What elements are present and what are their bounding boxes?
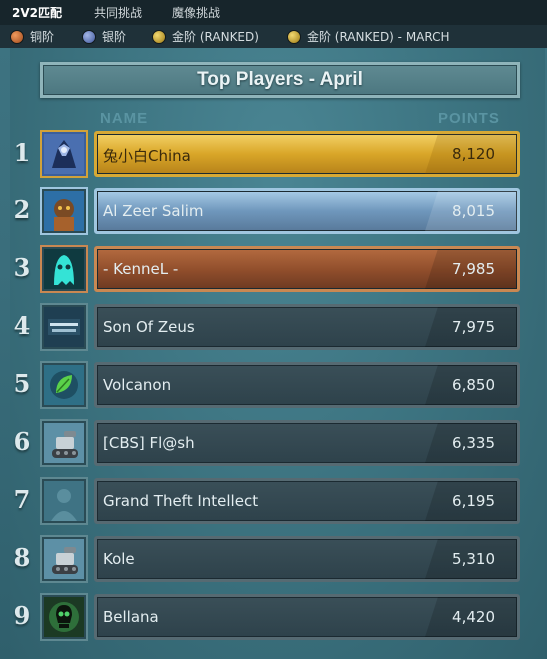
- player-name: Grand Theft Intellect: [103, 492, 259, 510]
- rank-number: 5: [13, 369, 31, 398]
- leaf-icon: [40, 361, 88, 409]
- robot-tank-icon: [40, 535, 88, 583]
- rank-number: 2: [13, 195, 31, 224]
- player-bar: Grand Theft Intellect 6,195: [94, 478, 520, 524]
- player-name: Kole: [103, 550, 135, 568]
- leaderboard-row[interactable]: 7 Grand Theft Intellect 6,195: [0, 477, 547, 527]
- player-name: Son Of Zeus: [103, 318, 195, 336]
- player-bar: Kole 5,310: [94, 536, 520, 582]
- player-points: 4,420: [425, 597, 517, 637]
- filter-gold-ranked-march[interactable]: 金阶 (RANKED) - MARCH: [286, 28, 450, 45]
- default-avatar-icon: [40, 477, 88, 525]
- column-header-name: NAME: [100, 110, 149, 127]
- league-filter-bar: 铜阶 银阶 金阶 (RANKED) 金阶 (RANKED) - MARCH: [0, 25, 547, 48]
- leaderboard-row[interactable]: 8 Kole 5,310: [0, 535, 547, 585]
- leaderboard-title-banner: Top Players - April: [40, 62, 520, 98]
- leaderboard-row[interactable]: 1 兔小白China 8,120: [0, 130, 547, 180]
- player-points: 6,335: [425, 423, 517, 463]
- filter-label: 铜阶: [30, 30, 55, 44]
- ghost-icon: [40, 245, 88, 293]
- player-bar: - KenneL - 7,985: [94, 246, 520, 292]
- player-bar: Volcanon 6,850: [94, 362, 520, 408]
- player-name: 兔小白China: [103, 147, 191, 165]
- leaderboard-title: Top Players - April: [197, 69, 363, 90]
- player-bar: Bellana 4,420: [94, 594, 520, 640]
- player-points: 6,195: [425, 481, 517, 521]
- top-tab-bar: 2V2匹配 共同挑战 魔像挑战: [0, 0, 547, 25]
- player-name: - KenneL -: [103, 260, 179, 278]
- player-name: [CBS] Fl@sh: [103, 434, 195, 452]
- player-points: 7,985: [425, 249, 517, 289]
- leaderboard-row[interactable]: 9 Bellana 4,420: [0, 593, 547, 643]
- filter-label: 金阶 (RANKED) - MARCH: [306, 30, 450, 44]
- player-points: 6,850: [425, 365, 517, 405]
- leaderboard-row[interactable]: 5 Volcanon 6,850: [0, 361, 547, 411]
- rank-number: 8: [13, 543, 31, 572]
- rank-number: 7: [13, 485, 31, 514]
- skull-icon: [40, 593, 88, 641]
- bronze-orb-icon: [10, 29, 24, 44]
- player-bar: 兔小白China 8,120: [94, 131, 520, 177]
- player-name: Volcanon: [103, 376, 172, 394]
- tab-golem-challenge[interactable]: 魔像挑战: [156, 4, 234, 21]
- warrior-portrait-icon: [40, 187, 88, 235]
- player-bar: Son Of Zeus 7,975: [94, 304, 520, 350]
- filter-label: 银阶: [102, 30, 127, 44]
- filter-bronze[interactable]: 铜阶: [10, 28, 54, 45]
- leaderboard-row[interactable]: 2 Al Zeer Salim 8,015: [0, 187, 547, 237]
- gold-orb-icon: [152, 29, 167, 44]
- player-points: 8,015: [425, 191, 517, 231]
- filter-gold-ranked[interactable]: 金阶 (RANKED): [152, 28, 259, 45]
- tab-2v2[interactable]: 2V2匹配: [0, 4, 76, 21]
- tab-coop-challenge[interactable]: 共同挑战: [76, 4, 156, 21]
- filter-silver[interactable]: 银阶: [82, 28, 126, 45]
- rank-number: 1: [13, 138, 31, 167]
- column-header-points: POINTS: [438, 110, 500, 127]
- robot-tank-icon: [40, 419, 88, 467]
- player-bar: Al Zeer Salim 8,015: [94, 188, 520, 234]
- player-points: 8,120: [425, 134, 517, 174]
- rank-number: 4: [13, 311, 31, 340]
- leaderboard-row[interactable]: 4 Son Of Zeus 7,975: [0, 303, 547, 353]
- gold-orb-icon: [286, 29, 301, 44]
- rank-number: 3: [13, 253, 31, 282]
- silver-orb-icon: [82, 29, 97, 44]
- player-points: 7,975: [425, 307, 517, 347]
- dragon-knight-icon: [40, 130, 88, 178]
- filter-label: 金阶 (RANKED): [172, 30, 259, 44]
- player-bar: [CBS] Fl@sh 6,335: [94, 420, 520, 466]
- rank-number: 9: [13, 601, 31, 630]
- rise-of-legions-logo-icon: [40, 303, 88, 351]
- leaderboard-row[interactable]: 3 - KenneL - 7,985: [0, 245, 547, 295]
- player-name: Bellana: [103, 608, 159, 626]
- player-points: 5,310: [425, 539, 517, 579]
- player-name: Al Zeer Salim: [103, 202, 204, 220]
- rank-number: 6: [13, 427, 31, 456]
- leaderboard-row[interactable]: 6 [CBS] Fl@sh 6,335: [0, 419, 547, 469]
